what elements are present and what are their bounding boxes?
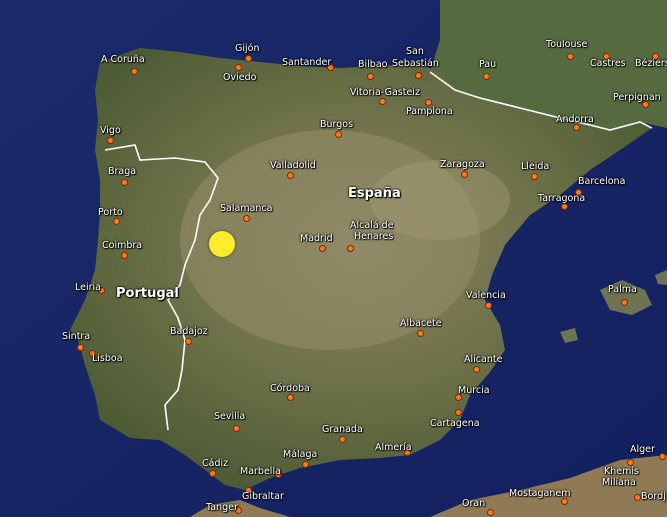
city-dot-icon xyxy=(634,494,641,501)
city-dot-icon xyxy=(209,470,216,477)
city-dot-icon xyxy=(561,203,568,210)
map-terrain xyxy=(0,0,667,517)
city-dot-icon xyxy=(335,131,342,138)
city-dot-icon xyxy=(473,366,480,373)
city-dot-icon xyxy=(319,245,326,252)
city-dot-icon xyxy=(417,330,424,337)
city-dot-icon xyxy=(367,73,374,80)
city-dot-icon xyxy=(107,137,114,144)
city-dot-icon xyxy=(347,245,354,252)
city-dot-icon xyxy=(185,338,192,345)
city-dot-icon xyxy=(113,218,120,225)
city-dot-icon xyxy=(235,64,242,71)
city-dot-icon xyxy=(485,302,492,309)
city-dot-icon xyxy=(425,99,432,106)
city-dot-icon xyxy=(573,124,580,131)
city-dot-icon xyxy=(379,98,386,105)
city-dot-icon xyxy=(483,73,490,80)
city-dot-icon xyxy=(339,436,346,443)
city-dot-icon xyxy=(487,509,494,516)
city-dot-icon xyxy=(287,172,294,179)
city-dot-icon xyxy=(455,409,462,416)
city-dot-icon xyxy=(461,171,468,178)
city-dot-icon xyxy=(121,252,128,259)
city-dot-icon xyxy=(567,53,574,60)
city-dot-icon xyxy=(243,215,250,222)
city-dot-icon xyxy=(77,344,84,351)
city-dot-icon xyxy=(415,72,422,79)
city-dot-icon xyxy=(131,68,138,75)
city-dot-icon xyxy=(233,425,240,432)
city-dot-icon xyxy=(287,394,294,401)
city-dot-icon xyxy=(302,461,309,468)
city-dot-icon xyxy=(531,173,538,180)
satellite-map[interactable]: España Portugal A Coruña Gijón Oviedo Sa… xyxy=(0,0,667,517)
city-dot-icon xyxy=(627,459,634,466)
location-marker-icon[interactable] xyxy=(209,231,235,257)
city-dot-icon xyxy=(561,498,568,505)
city-dot-icon xyxy=(659,453,666,460)
city-dot-icon xyxy=(121,179,128,186)
city-dot-icon xyxy=(621,299,628,306)
city-dot-icon xyxy=(245,55,252,62)
